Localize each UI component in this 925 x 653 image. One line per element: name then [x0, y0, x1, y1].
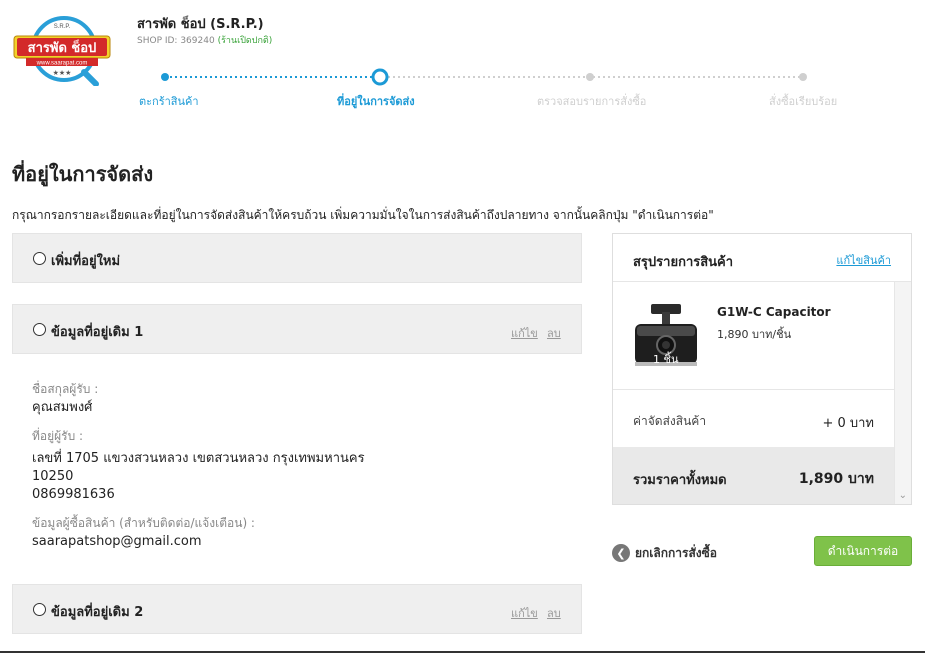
cancel-order-label: ยกเลิกการสั่งซื้อ	[635, 545, 718, 560]
summary-header: สรุปรายการสินค้า แก้ไขสินค้า	[613, 234, 911, 282]
total-label: รวมราคาทั้งหมด	[633, 473, 727, 488]
step-label-cart[interactable]: ตะกร้าสินค้า	[139, 92, 199, 110]
step-label-complete: สั่งซื้อเรียบร้อย	[769, 95, 838, 108]
edit-address-1-link[interactable]: แก้ไข	[511, 324, 538, 342]
cancel-order-button[interactable]: ❮ ยกเลิกการสั่งซื้อ	[612, 543, 717, 563]
continue-button[interactable]: ดำเนินการต่อ	[814, 536, 912, 566]
product-name: G1W-C Capacitor	[717, 305, 831, 319]
edit-address-2-link[interactable]: แก้ไข	[511, 604, 538, 622]
edit-products-link[interactable]: แก้ไขสินค้า	[836, 251, 891, 269]
total-row: รวมราคาทั้งหมด 1,890 บาท	[613, 447, 894, 504]
page-description: กรุณากรอกรายละเอียดและที่อยู่ในการจัดส่ง…	[12, 208, 714, 222]
step-label-shipping: ที่อยู่ในการจัดส่ง	[337, 95, 415, 108]
product-price: 1,890 บาท/ชิ้น	[717, 328, 792, 341]
total-value: 1,890 บาท	[798, 471, 874, 487]
step-dot-review	[586, 73, 594, 81]
recipient-label: ชื่อสกุลผู้รับ :	[32, 382, 99, 396]
step-dot-cart	[161, 73, 169, 81]
shipping-row: ค่าจัดส่งสินค้า + 0 บาท	[613, 389, 894, 447]
buyer-label: ข้อมูลผู้ซื้อสินค้า (สำหรับติดต่อ/แจ้งเต…	[32, 516, 255, 530]
scroll-down-icon[interactable]: ⌄	[899, 490, 907, 501]
step-dot-complete	[799, 73, 807, 81]
radio-saved-address-1[interactable]	[33, 323, 46, 336]
step-label-review: ตรวจสอบรายการสั่งซื้อ	[537, 95, 647, 108]
product-quantity: 1 ชิ้น	[653, 353, 679, 366]
delete-address-1-link[interactable]: ลบ	[547, 324, 561, 342]
radio-saved-address-2[interactable]	[33, 603, 46, 616]
address-postcode: 10250	[32, 469, 74, 484]
address-label: ที่อยู่ผู้รับ :	[32, 429, 84, 443]
order-summary-card: สรุปรายการสินค้า แก้ไขสินค้า ⌄ 1 ชิ้น G1…	[612, 233, 912, 505]
delete-address-2-link[interactable]: ลบ	[547, 604, 561, 622]
saved-address-1-detail: ชื่อสกุลผู้รับ : คุณสมพงศ์ ที่อยู่ผู้รับ…	[32, 380, 572, 551]
page-title: ที่อยู่ในการจัดส่ง	[12, 162, 154, 186]
radio-new-address[interactable]	[33, 252, 46, 265]
add-new-address-option[interactable]: เพิ่มที่อยู่ใหม่	[12, 233, 582, 283]
saved-address-2-title: ข้อมูลที่อยู่เดิม 2	[51, 605, 144, 620]
new-address-title: เพิ่มที่อยู่ใหม่	[51, 254, 121, 269]
saved-address-1-option[interactable]: ข้อมูลที่อยู่เดิม 1 แก้ไข ลบ	[12, 304, 582, 354]
buyer-email: saarapatshop@gmail.com	[32, 534, 202, 549]
saved-address-1-title: ข้อมูลที่อยู่เดิม 1	[51, 325, 144, 340]
recipient-name: คุณสมพงศ์	[32, 400, 93, 415]
address-phone: 0869981636	[32, 487, 115, 502]
recipient-value: คุณสมพงศ์	[32, 399, 572, 417]
shipping-label: ค่าจัดส่งสินค้า	[633, 414, 707, 428]
summary-scrollbar[interactable]: ⌄	[894, 282, 911, 504]
chevron-left-icon: ❮	[612, 544, 630, 562]
summary-title: สรุปรายการสินค้า	[633, 255, 734, 270]
address-line: เลขที่ 1705 แขวงสวนหลวง เขตสวนหลวง กรุงเ…	[32, 451, 365, 466]
step-dot-shipping	[371, 68, 389, 86]
shipping-value: + 0 บาท	[822, 416, 874, 431]
saved-address-2-option[interactable]: ข้อมูลที่อยู่เดิม 2 แก้ไข ลบ	[12, 584, 582, 634]
